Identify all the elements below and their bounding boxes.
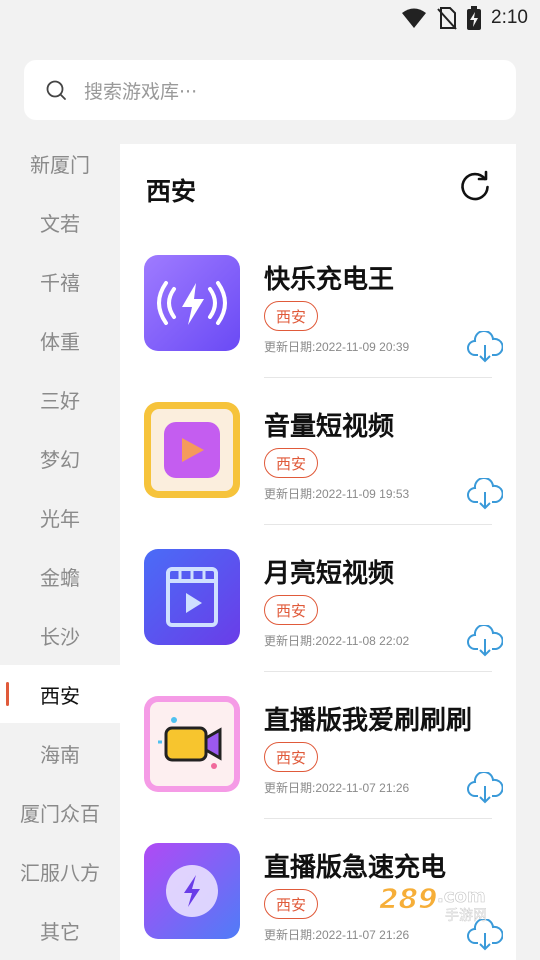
svg-text:289: 289 xyxy=(379,882,437,915)
app-name: 直播版我爱刷刷刷 xyxy=(264,706,473,736)
sidebar-item-other[interactable]: 其它 xyxy=(0,901,120,959)
app-update-date: 更新日期:2022-11-09 19:53 xyxy=(264,487,410,501)
search-input[interactable]: 搜索游戏库··· xyxy=(24,60,516,120)
app-tag: 西安 xyxy=(264,742,318,772)
app-tag: 西安 xyxy=(264,448,318,478)
camera-icon xyxy=(144,696,240,792)
sidebar-item-qianxi[interactable]: 千禧 xyxy=(0,252,120,310)
refresh-icon[interactable] xyxy=(458,170,492,204)
cloud-download-icon[interactable] xyxy=(467,331,503,363)
no-sim-icon xyxy=(437,7,457,30)
app-tag: 西安 xyxy=(264,595,318,625)
app-update-date: 更新日期:2022-11-09 20:39 xyxy=(264,340,410,354)
divider xyxy=(264,818,492,819)
sidebar-item-xiamenzhongbai[interactable]: 厦门众百 xyxy=(0,783,120,841)
app-name: 快乐充电王 xyxy=(264,265,395,295)
app-list-item[interactable]: 月亮短视频 西安 更新日期:2022-11-08 22:02 xyxy=(120,549,516,696)
sidebar-item-xian[interactable]: 西安 xyxy=(0,665,120,723)
sidebar-item-guangnian[interactable]: 光年 xyxy=(0,488,120,546)
app-update-date: 更新日期:2022-11-08 22:02 xyxy=(264,634,410,648)
category-title: 西安 xyxy=(146,177,197,206)
app-list-item[interactable]: 直播版我爱刷刷刷 西安 更新日期:2022-11-07 21:26 xyxy=(120,696,516,843)
search-icon xyxy=(46,80,66,100)
svg-text:手游网: 手游网 xyxy=(445,908,487,924)
sidebar-item-menghuan[interactable]: 梦幻 xyxy=(0,429,120,487)
app-update-date: 更新日期:2022-11-07 21:26 xyxy=(264,781,410,795)
site-watermark-logo: 289 .com 手游网 xyxy=(379,882,488,925)
category-sidebar: 新厦门 文若 千禧 体重 三好 梦幻 光年 金蟾 长沙 西安 海南 厦门众百 汇… xyxy=(0,134,120,960)
divider xyxy=(264,524,492,525)
svg-text:.com: .com xyxy=(437,886,486,907)
cloud-download-icon[interactable] xyxy=(467,625,503,657)
sidebar-item-changsha[interactable]: 长沙 xyxy=(0,606,120,664)
battery-charging-icon xyxy=(467,6,482,30)
app-list-item[interactable]: 音量短视频 西安 更新日期:2022-11-09 19:53 xyxy=(120,402,516,549)
app-list-item[interactable]: 快乐充电王 西安 更新日期:2022-11-09 20:39 xyxy=(120,255,516,402)
app-list-panel: 西安 快乐充电王 西安 更新日期:2022-11-09 20:39 音量短视频 … xyxy=(120,144,516,960)
search-placeholder: 搜索游戏库··· xyxy=(84,80,198,103)
sidebar-item-hainan[interactable]: 海南 xyxy=(0,724,120,782)
video-play-icon xyxy=(144,402,240,498)
cloud-download-icon[interactable] xyxy=(467,772,503,804)
film-play-icon xyxy=(144,549,240,645)
app-tag: 西安 xyxy=(264,301,318,331)
app-name: 音量短视频 xyxy=(264,412,395,442)
divider xyxy=(264,377,492,378)
charging-wave-icon xyxy=(144,255,240,351)
status-time: 2:10 xyxy=(491,7,528,28)
sidebar-item-jinchan[interactable]: 金蟾 xyxy=(0,547,120,605)
bolt-icon xyxy=(144,843,240,939)
divider xyxy=(264,671,492,672)
app-tag: 西安 xyxy=(264,889,318,919)
sidebar-item-huifubafang[interactable]: 汇服八方 xyxy=(0,842,120,900)
sidebar-item-tizhong[interactable]: 体重 xyxy=(0,311,120,369)
app-name: 月亮短视频 xyxy=(264,559,395,589)
sidebar-item-wenruo[interactable]: 文若 xyxy=(0,193,120,251)
wifi-icon xyxy=(402,8,427,28)
cloud-download-icon[interactable] xyxy=(467,478,503,510)
status-bar: 2:10 xyxy=(0,0,540,36)
sidebar-item-sanhao[interactable]: 三好 xyxy=(0,370,120,428)
app-update-date: 更新日期:2022-11-07 21:26 xyxy=(264,928,410,942)
sidebar-item-xinxiamen[interactable]: 新厦门 xyxy=(0,134,120,192)
